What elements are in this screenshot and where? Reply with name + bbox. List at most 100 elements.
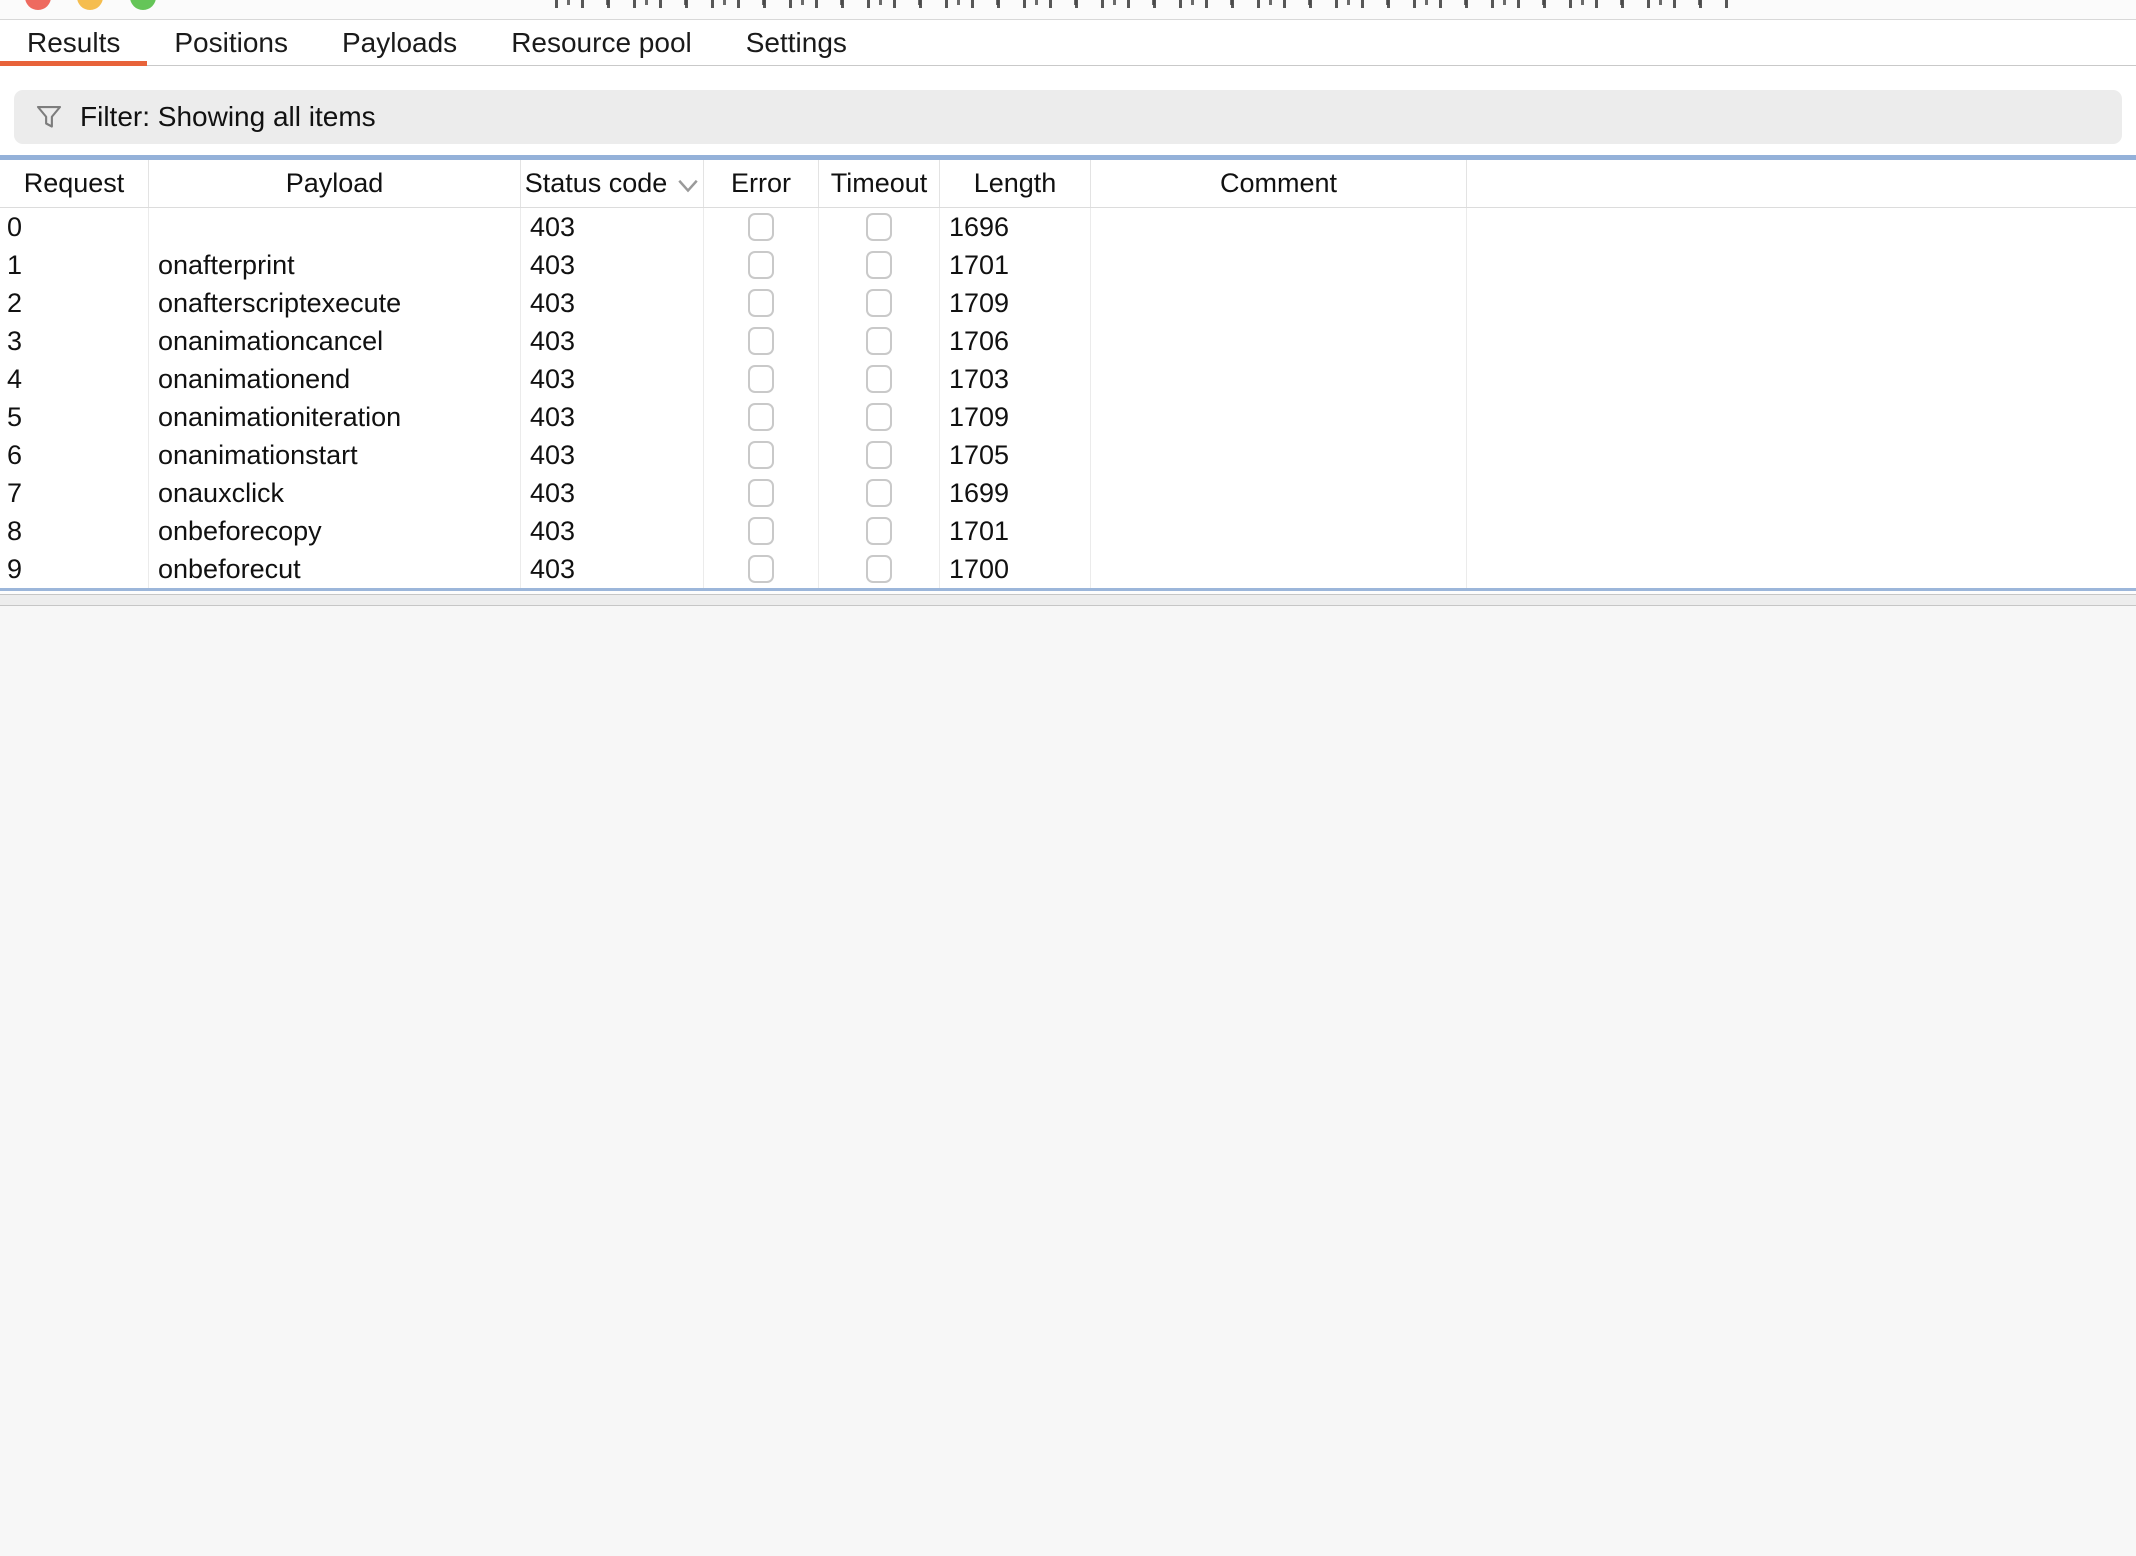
cell-comment[interactable]: [1091, 208, 1467, 246]
cell-status-code[interactable]: 403: [521, 246, 704, 284]
cell-payload[interactable]: onanimationend: [149, 360, 521, 398]
timeout-checkbox[interactable]: [866, 289, 892, 317]
table-row[interactable]: 0 403 1696: [0, 208, 2136, 246]
cell-timeout[interactable]: [819, 474, 940, 512]
table-row[interactable]: 6 onanimationstart 403 1705: [0, 436, 2136, 474]
column-header-status-code[interactable]: Status code: [521, 160, 704, 207]
cell-timeout[interactable]: [819, 360, 940, 398]
error-checkbox[interactable]: [748, 555, 774, 583]
cell-timeout[interactable]: [819, 398, 940, 436]
minimize-window-button[interactable]: [77, 0, 103, 10]
error-checkbox[interactable]: [748, 251, 774, 279]
cell-request[interactable]: 7: [0, 474, 149, 512]
table-row[interactable]: 7 onauxclick 403 1699: [0, 474, 2136, 512]
cell-request[interactable]: 2: [0, 284, 149, 322]
cell-request[interactable]: 5: [0, 398, 149, 436]
cell-error[interactable]: [704, 550, 819, 588]
cell-length[interactable]: 1706: [940, 322, 1091, 360]
table-row[interactable]: 8 onbeforecopy 403 1701: [0, 512, 2136, 550]
timeout-checkbox[interactable]: [866, 403, 892, 431]
cell-timeout[interactable]: [819, 550, 940, 588]
table-row[interactable]: 9 onbeforecut 403 1700: [0, 550, 2136, 588]
cell-payload[interactable]: onanimationcancel: [149, 322, 521, 360]
table-row[interactable]: 4 onanimationend 403 1703: [0, 360, 2136, 398]
cell-request[interactable]: 3: [0, 322, 149, 360]
table-row[interactable]: 1 onafterprint 403 1701: [0, 246, 2136, 284]
column-header-length[interactable]: Length: [940, 160, 1091, 207]
error-checkbox[interactable]: [748, 441, 774, 469]
cell-timeout[interactable]: [819, 322, 940, 360]
timeout-checkbox[interactable]: [866, 517, 892, 545]
cell-comment[interactable]: [1091, 474, 1467, 512]
filter-bar[interactable]: Filter: Showing all items: [14, 90, 2122, 144]
cell-status-code[interactable]: 403: [521, 360, 704, 398]
timeout-checkbox[interactable]: [866, 251, 892, 279]
timeout-checkbox[interactable]: [866, 213, 892, 241]
cell-length[interactable]: 1709: [940, 398, 1091, 436]
cell-status-code[interactable]: 403: [521, 474, 704, 512]
tab-resource-pool[interactable]: Resource pool: [484, 20, 719, 65]
timeout-checkbox[interactable]: [866, 327, 892, 355]
cell-payload[interactable]: onbeforecut: [149, 550, 521, 588]
cell-request[interactable]: 1: [0, 246, 149, 284]
cell-comment[interactable]: [1091, 550, 1467, 588]
pane-splitter-handle[interactable]: [0, 594, 2136, 606]
table-row[interactable]: 2 onafterscriptexecute 403 1709: [0, 284, 2136, 322]
tab-payloads[interactable]: Payloads: [315, 20, 484, 65]
cell-error[interactable]: [704, 322, 819, 360]
cell-request[interactable]: 0: [0, 208, 149, 246]
table-row[interactable]: 3 onanimationcancel 403 1706: [0, 322, 2136, 360]
cell-comment[interactable]: [1091, 398, 1467, 436]
cell-length[interactable]: 1703: [940, 360, 1091, 398]
cell-payload[interactable]: onbeforecopy: [149, 512, 521, 550]
cell-timeout[interactable]: [819, 512, 940, 550]
cell-error[interactable]: [704, 512, 819, 550]
error-checkbox[interactable]: [748, 365, 774, 393]
cell-status-code[interactable]: 403: [521, 322, 704, 360]
cell-error[interactable]: [704, 398, 819, 436]
cell-length[interactable]: 1701: [940, 246, 1091, 284]
cell-payload[interactable]: onanimationstart: [149, 436, 521, 474]
cell-timeout[interactable]: [819, 208, 940, 246]
cell-error[interactable]: [704, 360, 819, 398]
cell-error[interactable]: [704, 208, 819, 246]
cell-error[interactable]: [704, 246, 819, 284]
column-header-request[interactable]: Request: [0, 160, 149, 207]
cell-comment[interactable]: [1091, 322, 1467, 360]
cell-payload[interactable]: onafterscriptexecute: [149, 284, 521, 322]
cell-length[interactable]: 1705: [940, 436, 1091, 474]
cell-length[interactable]: 1700: [940, 550, 1091, 588]
error-checkbox[interactable]: [748, 213, 774, 241]
zoom-window-button[interactable]: [130, 0, 156, 10]
cell-error[interactable]: [704, 284, 819, 322]
cell-payload[interactable]: [149, 208, 521, 246]
close-window-button[interactable]: [25, 0, 51, 10]
cell-request[interactable]: 8: [0, 512, 149, 550]
cell-length[interactable]: 1709: [940, 284, 1091, 322]
cell-status-code[interactable]: 403: [521, 208, 704, 246]
cell-status-code[interactable]: 403: [521, 436, 704, 474]
cell-payload[interactable]: onafterprint: [149, 246, 521, 284]
cell-timeout[interactable]: [819, 436, 940, 474]
cell-comment[interactable]: [1091, 360, 1467, 398]
cell-length[interactable]: 1696: [940, 208, 1091, 246]
cell-status-code[interactable]: 403: [521, 398, 704, 436]
timeout-checkbox[interactable]: [866, 365, 892, 393]
cell-comment[interactable]: [1091, 436, 1467, 474]
cell-status-code[interactable]: 403: [521, 512, 704, 550]
cell-error[interactable]: [704, 436, 819, 474]
cell-comment[interactable]: [1091, 512, 1467, 550]
error-checkbox[interactable]: [748, 327, 774, 355]
cell-payload[interactable]: onauxclick: [149, 474, 521, 512]
cell-payload[interactable]: onanimationiteration: [149, 398, 521, 436]
cell-status-code[interactable]: 403: [521, 550, 704, 588]
cell-request[interactable]: 6: [0, 436, 149, 474]
column-header-timeout[interactable]: Timeout: [819, 160, 940, 207]
table-row[interactable]: 5 onanimationiteration 403 1709: [0, 398, 2136, 436]
timeout-checkbox[interactable]: [866, 479, 892, 507]
column-header-error[interactable]: Error: [704, 160, 819, 207]
error-checkbox[interactable]: [748, 403, 774, 431]
tab-settings[interactable]: Settings: [719, 20, 874, 65]
column-header-payload[interactable]: Payload: [149, 160, 521, 207]
cell-status-code[interactable]: 403: [521, 284, 704, 322]
